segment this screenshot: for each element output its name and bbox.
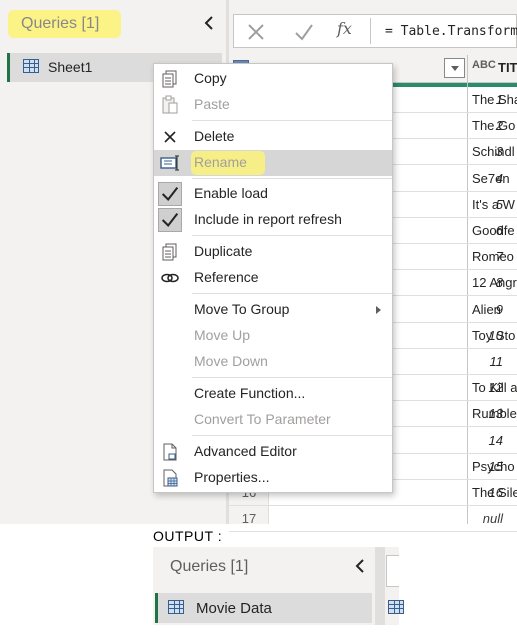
- enable-load-checkbox: [158, 182, 182, 206]
- menu-item-copy[interactable]: Copy: [154, 66, 392, 92]
- collapse-pane-icon[interactable]: [352, 558, 368, 574]
- menu-item-convert-to-parameter[interactable]: Convert To Parameter: [154, 407, 392, 433]
- menu-item-move-to-group[interactable]: Move To Group: [154, 297, 392, 323]
- paste-icon: [162, 95, 178, 114]
- queries-pane-title: Queries [1]: [21, 15, 100, 32]
- menu-item-label: Include in report refresh: [194, 211, 342, 227]
- menu-item-label: Duplicate: [194, 243, 253, 259]
- table-icon: [23, 59, 39, 73]
- menu-item-move-up[interactable]: Move Up: [154, 323, 392, 349]
- title-cell[interactable]: Goodfe: [472, 223, 517, 238]
- checkmark-icon: [161, 212, 179, 228]
- duplicate-icon: [162, 243, 177, 261]
- menu-item-label: Delete: [194, 128, 235, 144]
- output-formula-bar-edge: [386, 555, 399, 587]
- title-cell[interactable]: Alien: [472, 302, 517, 317]
- menu-item-label: Convert To Parameter: [194, 411, 331, 427]
- query-item-label: Sheet1: [48, 59, 93, 75]
- collapse-pane-icon[interactable]: [200, 14, 218, 32]
- title-cell[interactable]: The Sile: [472, 485, 517, 500]
- include-refresh-checkbox: [158, 208, 182, 232]
- title-cell[interactable]: Se7en: [472, 171, 517, 186]
- menu-item-advanced-editor[interactable]: Advanced Editor: [154, 439, 392, 465]
- menu-item-properties[interactable]: Properties...: [154, 465, 392, 491]
- menu-item-paste[interactable]: Paste: [154, 92, 392, 118]
- advanced-editor-icon: [163, 443, 177, 461]
- table-row[interactable]: 17 null: [229, 506, 517, 533]
- submenu-arrow-icon: [376, 306, 381, 314]
- menu-item-label: Paste: [194, 96, 230, 112]
- title-cell[interactable]: To Kill a: [472, 380, 517, 395]
- menu-separator: [192, 377, 392, 378]
- table-icon: [168, 600, 184, 614]
- properties-icon: [163, 469, 178, 487]
- title-cell[interactable]: The Sha: [472, 92, 517, 107]
- output-pane-divider: [375, 547, 385, 625]
- menu-separator: [192, 435, 392, 436]
- menu-separator: [192, 293, 392, 294]
- menu-item-label: Advanced Editor: [194, 443, 297, 459]
- title-cell[interactable]: Romeo: [472, 249, 517, 264]
- title-cell[interactable]: Toy Sto: [472, 328, 517, 343]
- menu-item-delete[interactable]: Delete: [154, 124, 392, 150]
- menu-item-label: Enable load: [194, 185, 268, 201]
- formula-text[interactable]: = Table.Transform: [385, 24, 517, 39]
- checkmark-icon: [161, 186, 179, 202]
- menu-item-create-function[interactable]: Create Function...: [154, 381, 392, 407]
- title-cell[interactable]: Psycho: [472, 459, 517, 474]
- reference-link-icon: [161, 273, 179, 283]
- title-cell[interactable]: It's a W: [472, 197, 517, 212]
- menu-item-move-down[interactable]: Move Down: [154, 349, 392, 375]
- menu-item-rename[interactable]: Rename: [154, 150, 392, 176]
- formula-separator: [370, 18, 371, 44]
- title-cell[interactable]: Rumble: [472, 406, 517, 421]
- menu-item-label: Properties...: [194, 469, 270, 485]
- title-cell[interactable]: Schindl: [472, 144, 517, 159]
- column-filter-dropdown[interactable]: [444, 58, 465, 78]
- query-item-movie-data[interactable]: Movie Data: [155, 593, 372, 623]
- output-caption: OUTPUT :: [153, 528, 223, 544]
- menu-separator: [192, 235, 392, 236]
- menu-item-label: Move To Group: [194, 301, 290, 317]
- menu-separator: [192, 178, 392, 179]
- menu-item-label: Move Up: [194, 327, 251, 343]
- menu-item-label: Rename: [194, 154, 247, 170]
- index-cell[interactable]: null: [269, 511, 503, 526]
- menu-item-label: Copy: [194, 70, 227, 86]
- menu-item-label: Move Down: [194, 353, 268, 369]
- fx-icon[interactable]: fx: [337, 19, 352, 38]
- title-column-header[interactable]: TIT: [498, 60, 517, 75]
- menu-item-label: Reference: [194, 269, 259, 285]
- row-number: 17: [241, 511, 257, 527]
- menu-item-duplicate[interactable]: Duplicate: [154, 239, 392, 265]
- title-cell[interactable]: 12 Angr: [472, 275, 517, 290]
- menu-item-include-in-refresh[interactable]: Include in report refresh: [154, 207, 392, 233]
- menu-item-enable-load[interactable]: Enable load: [154, 181, 392, 207]
- table-icon: [388, 600, 404, 614]
- copy-icon: [162, 70, 177, 88]
- confirm-check-icon[interactable]: [294, 22, 314, 42]
- menu-item-reference[interactable]: Reference: [154, 265, 392, 291]
- menu-separator: [192, 120, 392, 121]
- title-cell[interactable]: The Go: [472, 118, 517, 133]
- menu-item-label: Create Function...: [194, 385, 306, 401]
- output-queries-title: Queries [1]: [170, 558, 249, 575]
- query-item-label: Movie Data: [196, 600, 272, 617]
- text-type-icon[interactable]: ABC: [472, 59, 496, 71]
- cancel-x-icon[interactable]: [246, 22, 266, 42]
- context-menu: Copy Paste Delete Rename Enable load Inc…: [153, 63, 393, 493]
- delete-x-icon: [164, 131, 176, 143]
- rename-icon: [160, 155, 179, 171]
